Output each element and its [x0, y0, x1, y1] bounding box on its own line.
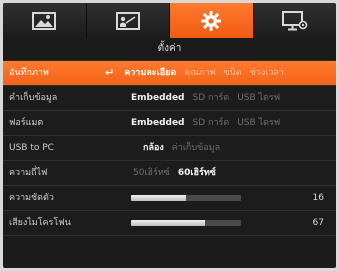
setting-label: ฟอร์แมต: [9, 118, 44, 128]
tab-image[interactable]: [3, 3, 87, 38]
monitor-icon: [281, 10, 308, 30]
tab-settings[interactable]: [170, 3, 254, 38]
tab-bar: [3, 3, 336, 38]
setting-row-microphone-volume[interactable]: เสียงไมโครโฟน 67: [3, 211, 336, 236]
settings-list: อันทึกภาพ ↵ ความละเอียด คุณภาพ ขนิด ช่วง…: [3, 61, 336, 236]
setting-row-sharpness[interactable]: ความชัดตัว 16: [3, 186, 336, 211]
tab-presentation[interactable]: [87, 3, 170, 38]
setting-label: ความถี่ไฟ: [9, 168, 48, 178]
option-sd-card[interactable]: SD การ์ด: [193, 86, 230, 110]
setting-label: USB to PC: [9, 143, 54, 153]
presentation-icon: [115, 11, 140, 30]
microphone-volume-slider[interactable]: [131, 220, 241, 226]
option-sd-card[interactable]: SD การ์ด: [193, 111, 230, 135]
option-50hz[interactable]: 50เฮิร์ทซ์: [133, 161, 170, 185]
image-icon: [32, 11, 57, 30]
option-embedded[interactable]: Embedded: [131, 86, 185, 110]
setting-row-power-frequency[interactable]: ความถี่ไฟ 50เฮิร์ทซ์ 60เฮิร์ทซ์: [3, 161, 336, 186]
setting-row-storage[interactable]: คำเก็บข้อมูล Embedded SD การ์ด USB ไดรฟ: [3, 86, 336, 111]
slider-value: 67: [312, 218, 324, 228]
settings-screen: ตั้งค่า อันทึกภาพ ↵ ความละเอียด คุณภาพ ข…: [3, 3, 336, 268]
option-camera[interactable]: กล้อง: [143, 136, 164, 160]
slider-fill: [131, 220, 205, 226]
option-embedded[interactable]: Embedded: [131, 111, 185, 135]
setting-row-usb-to-pc[interactable]: USB to PC กล้อง ค่าเก็บข้อมูล: [3, 136, 336, 161]
option-type[interactable]: ขนิด: [224, 61, 242, 85]
enter-icon: ↵: [105, 66, 115, 79]
option-interval[interactable]: ช่วงเวลา: [250, 61, 284, 85]
setting-label: คำเก็บข้อมูล: [9, 93, 58, 103]
slider-value: 16: [312, 193, 324, 203]
option-resolution[interactable]: ความละเอียด: [124, 61, 176, 85]
option-60hz[interactable]: 60เฮิร์ทซ์: [178, 161, 216, 185]
setting-row-record[interactable]: อันทึกภาพ ↵ ความละเอียด คุณภาพ ขนิด ช่วง…: [3, 61, 336, 86]
sharpness-slider[interactable]: [131, 195, 241, 201]
tab-display[interactable]: [254, 3, 337, 38]
page-title: ตั้งค่า: [3, 38, 336, 61]
slider-fill: [131, 195, 186, 201]
option-storage[interactable]: ค่าเก็บข้อมูล: [172, 136, 220, 160]
gear-icon: [201, 10, 222, 31]
option-usb-drive[interactable]: USB ไดรฟ: [237, 86, 280, 110]
option-usb-drive[interactable]: USB ไดรฟ: [237, 111, 280, 135]
setting-label: เสียงไมโครโฟน: [9, 218, 71, 228]
option-quality[interactable]: คุณภาพ: [184, 61, 215, 85]
setting-label: อันทึกภาพ: [9, 68, 49, 78]
setting-row-format[interactable]: ฟอร์แมต Embedded SD การ์ด USB ไดรฟ: [3, 111, 336, 136]
setting-label: ความชัดตัว: [9, 193, 54, 203]
